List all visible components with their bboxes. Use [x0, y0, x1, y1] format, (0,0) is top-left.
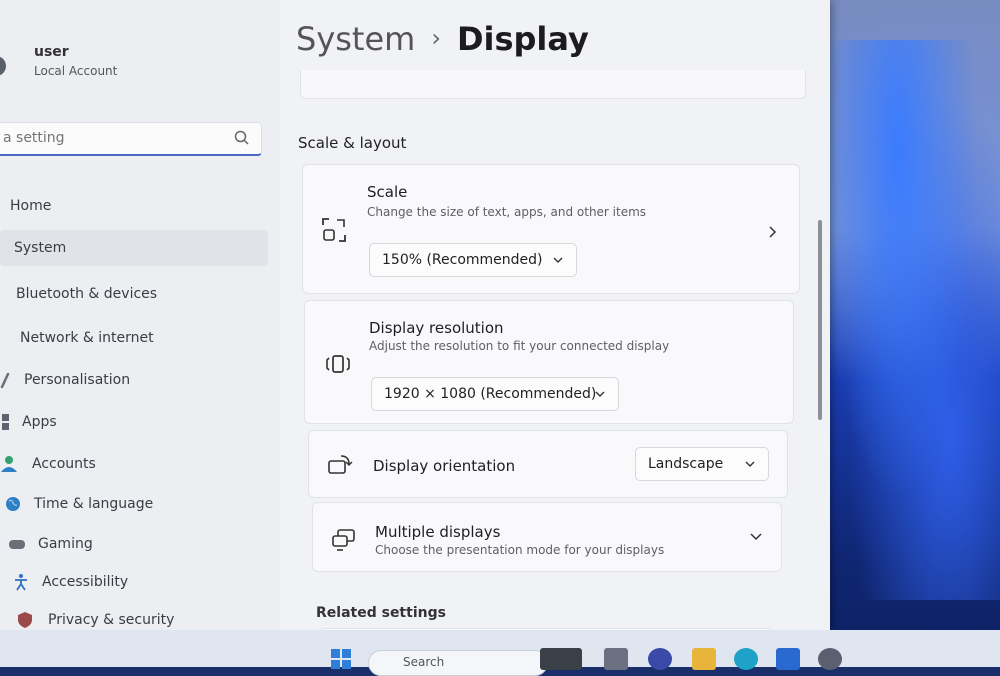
resolution-card[interactable]: Display resolution Adjust the resolution… — [304, 300, 794, 424]
resolution-icon — [326, 355, 350, 373]
apps-icon — [2, 414, 9, 430]
breadcrumb-separator: › — [431, 24, 441, 52]
sidebar-item-label: System — [14, 240, 67, 256]
sidebar-item-gaming[interactable]: Gaming — [8, 526, 258, 562]
accounts-icon — [1, 456, 17, 472]
sidebar-item-label: Time & language — [34, 496, 154, 512]
sidebar-item-bluetooth[interactable]: Bluetooth & devices — [4, 276, 254, 312]
scrollbar[interactable] — [818, 220, 822, 420]
resolution-subtitle: Adjust the resolution to fit your connec… — [369, 339, 670, 353]
orientation-title: Display orientation — [373, 457, 516, 475]
sidebar-item-label: Gaming — [38, 536, 93, 552]
sidebar: user Local Account Home System Bluetooth… — [0, 0, 280, 630]
sidebar-item-accounts[interactable]: Accounts — [0, 446, 250, 482]
sidebar-item-time-language[interactable]: Time & language — [4, 486, 254, 522]
chevron-down-icon[interactable] — [749, 529, 763, 543]
brush-icon — [0, 372, 10, 389]
chevron-right-icon[interactable] — [765, 225, 779, 239]
settings-search[interactable] — [0, 122, 262, 156]
previous-card[interactable] — [300, 70, 806, 99]
search-icon[interactable] — [233, 129, 251, 147]
sidebar-item-system[interactable]: System — [0, 230, 268, 266]
chevron-down-icon — [595, 391, 605, 397]
scale-card[interactable]: Scale Change the size of text, apps, and… — [302, 164, 800, 294]
breadcrumb-current: Display — [456, 20, 589, 58]
sidebar-item-apps[interactable]: Apps — [0, 404, 242, 440]
orientation-icon — [328, 455, 353, 474]
scale-subtitle: Change the size of text, apps, and other… — [367, 205, 647, 219]
sidebar-item-label: Accessibility — [42, 574, 129, 590]
multiple-displays-title: Multiple displays — [375, 523, 501, 541]
resolution-title: Display resolution — [369, 319, 504, 337]
user-account-type: Local Account — [34, 64, 118, 78]
section-title: Scale & layout — [298, 134, 407, 152]
orientation-dropdown-value: Landscape — [648, 456, 724, 472]
shield-icon — [18, 612, 32, 628]
sidebar-item-label: Apps — [22, 414, 57, 430]
scale-dropdown-value: 150% (Recommended) — [382, 252, 543, 268]
gamepad-icon — [9, 540, 25, 549]
sidebar-item-label: Personalisation — [24, 372, 131, 388]
multiple-displays-card[interactable]: Multiple displays Choose the presentatio… — [312, 502, 782, 572]
chevron-down-icon — [745, 461, 755, 467]
accessibility-icon — [15, 574, 27, 591]
taskbar: Search — [0, 630, 1000, 676]
orientation-card: Display orientation Landscape — [308, 430, 788, 498]
related-settings-title: Related settings — [316, 605, 446, 621]
wallpaper-bloom — [830, 40, 1000, 600]
avatar[interactable] — [0, 56, 6, 76]
page-title: System › Display — [296, 20, 589, 58]
resolution-dropdown[interactable]: 1920 × 1080 (Recommended) — [371, 377, 619, 411]
globe-icon — [6, 497, 20, 511]
scale-dropdown[interactable]: 150% (Recommended) — [369, 243, 577, 277]
sidebar-item-label: Privacy & security — [48, 612, 175, 628]
sidebar-item-personalisation[interactable]: Personalisation — [0, 362, 250, 398]
sidebar-item-accessibility[interactable]: Accessibility — [12, 564, 262, 600]
scale-icon — [322, 218, 346, 242]
multiple-displays-icon — [332, 529, 355, 551]
sidebar-item-label: Network & internet — [20, 330, 154, 346]
user-name: user — [34, 44, 69, 60]
chevron-down-icon — [553, 257, 563, 263]
settings-window: user Local Account Home System Bluetooth… — [0, 0, 830, 639]
sidebar-item-network[interactable]: Network & internet — [4, 320, 254, 356]
resolution-dropdown-value: 1920 × 1080 (Recommended) — [384, 386, 597, 402]
breadcrumb-parent[interactable]: System — [296, 20, 415, 58]
sidebar-item-label: Accounts — [32, 456, 96, 472]
orientation-dropdown[interactable]: Landscape — [635, 447, 769, 481]
taskbar-search[interactable]: Search — [368, 650, 548, 676]
sidebar-item-home[interactable]: Home — [4, 188, 254, 224]
sidebar-item-label: Home — [10, 198, 52, 214]
sidebar-item-label: Bluetooth & devices — [16, 286, 158, 302]
multiple-displays-subtitle: Choose the presentation mode for your di… — [375, 543, 665, 557]
search-input[interactable] — [1, 129, 225, 147]
scale-title: Scale — [367, 183, 408, 201]
